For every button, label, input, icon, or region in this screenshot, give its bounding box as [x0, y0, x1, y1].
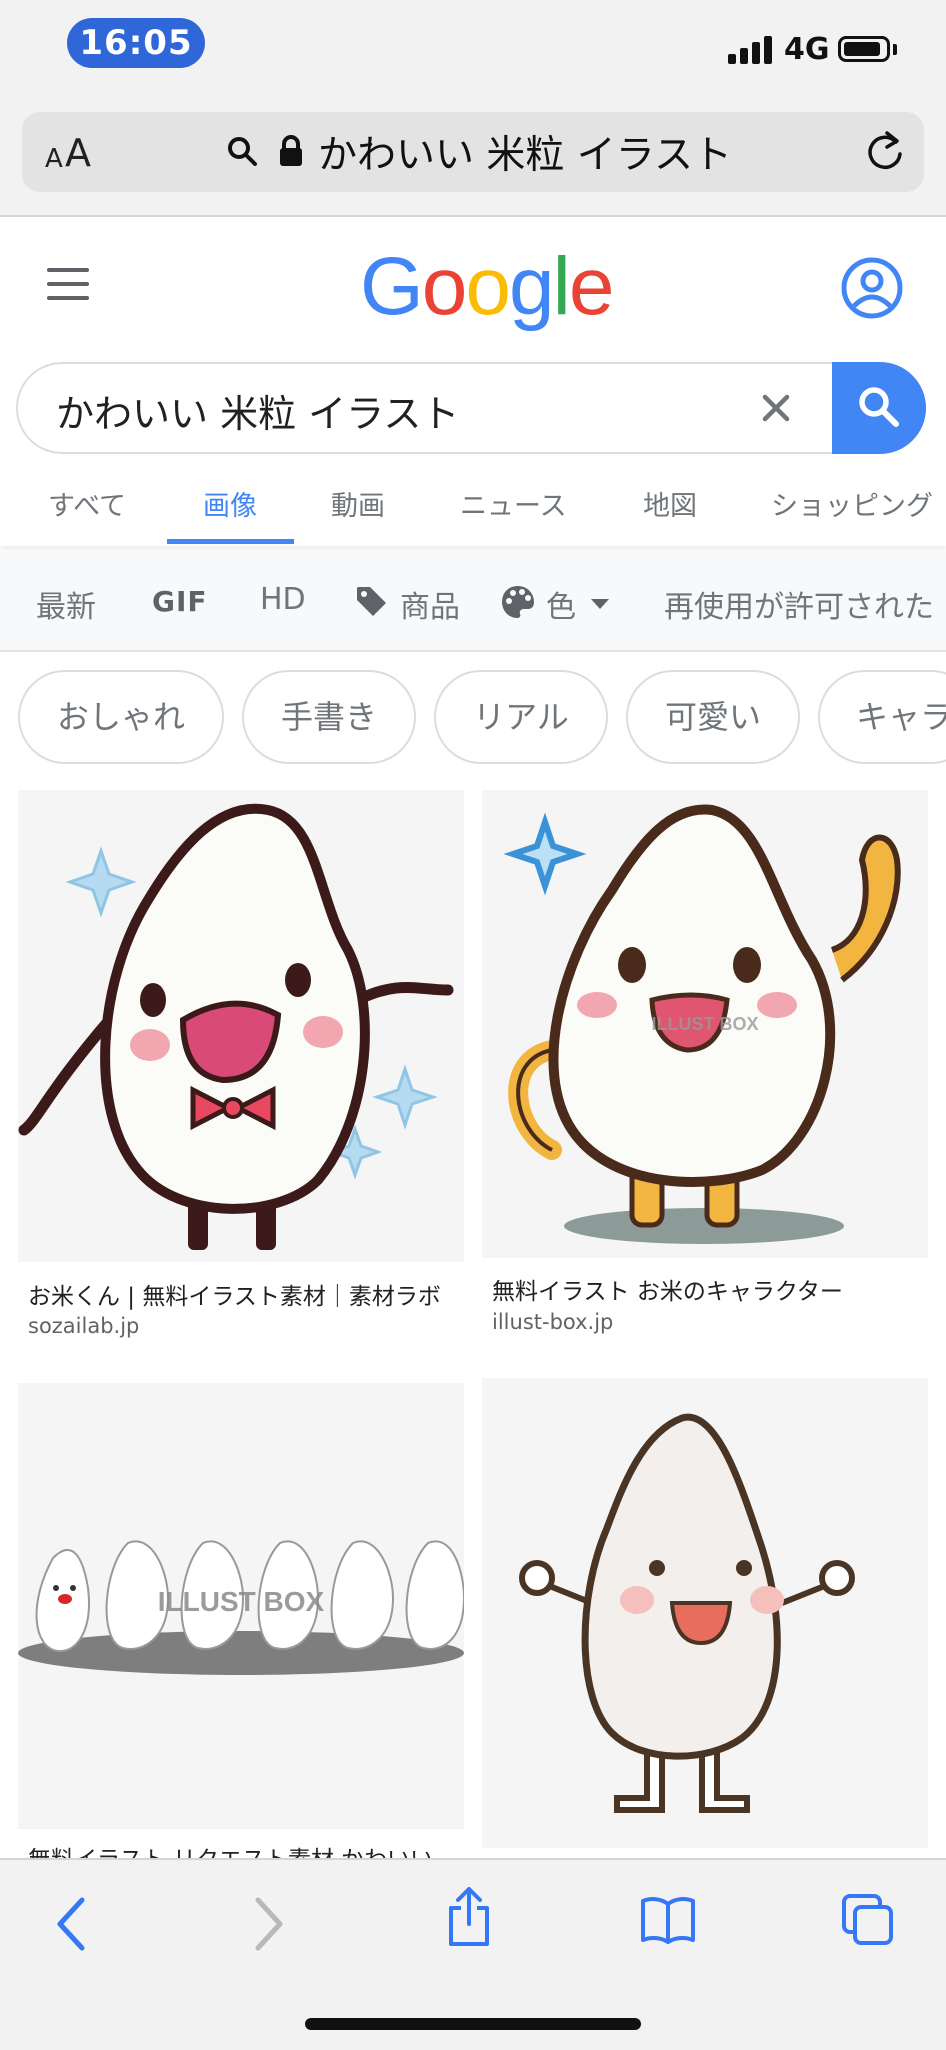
back-icon[interactable]: [54, 1896, 88, 1952]
watermark-text: ILLUST BOX: [652, 1014, 759, 1034]
chip-handwritten[interactable]: 手書き: [242, 670, 416, 764]
active-tab-indicator: [167, 539, 294, 544]
tool-reuse[interactable]: 再使用が許可された: [664, 582, 946, 626]
rice-character-illustration: [482, 1378, 928, 1848]
forward-icon[interactable]: [252, 1896, 286, 1952]
battery-nub: [893, 44, 897, 55]
rice-character-illustration: ILLUST BOX: [482, 790, 928, 1258]
tool-latest[interactable]: 最新: [36, 582, 96, 626]
chip-character[interactable]: キャラ: [818, 670, 946, 764]
network-label: 4G: [784, 32, 830, 67]
share-icon[interactable]: [446, 1886, 492, 1948]
logo-letter: e: [568, 241, 615, 332]
aa-large-label: A: [65, 131, 91, 175]
result-title[interactable]: 無料イラスト お米のキャラクター: [492, 1272, 922, 1306]
tab-videos[interactable]: 動画: [331, 484, 385, 523]
logo-letter: g: [509, 241, 555, 332]
result-image[interactable]: ILLUST BOX: [482, 790, 928, 1258]
chip-realistic[interactable]: リアル: [434, 670, 608, 764]
tool-gif[interactable]: GIF: [152, 585, 208, 618]
clear-icon[interactable]: [758, 390, 794, 426]
tool-product[interactable]: 商品: [400, 582, 460, 626]
search-input[interactable]: かわいい 米粒 イラスト: [56, 383, 459, 438]
tab-images[interactable]: 画像: [203, 484, 257, 523]
rice-row-illustration: ILLUST BOX: [18, 1383, 464, 1829]
logo-letter: o: [421, 241, 468, 332]
battery-icon: [838, 36, 890, 62]
aa-small-label: A: [45, 144, 63, 174]
signal-icon: [728, 34, 782, 64]
account-icon[interactable]: [840, 256, 904, 320]
logo-letter: o: [465, 241, 511, 332]
menu-icon[interactable]: [47, 268, 89, 300]
search-icon: [859, 387, 899, 427]
rice-character-illustration: [18, 790, 464, 1262]
reload-icon[interactable]: [864, 128, 908, 176]
home-indicator: [305, 2018, 641, 2030]
tab-all[interactable]: すべて: [48, 484, 126, 523]
search-tabs: すべて 画像 動画 ニュース 地図 ショッピング: [0, 470, 946, 546]
tab-news[interactable]: ニュース: [460, 484, 567, 523]
result-image[interactable]: ILLUST BOX: [18, 1383, 464, 1829]
tabs-icon[interactable]: [840, 1892, 896, 1948]
reader-options-button[interactable]: A A: [45, 126, 99, 176]
palette-icon: [502, 586, 534, 618]
status-time: 16:05: [67, 18, 205, 68]
result-image[interactable]: [18, 790, 464, 1262]
address-text[interactable]: かわいい 米粒 イラスト: [318, 124, 732, 180]
result-source[interactable]: illust-box.jp: [492, 1310, 613, 1334]
bookmarks-icon[interactable]: [640, 1896, 696, 1944]
tab-maps[interactable]: 地図: [643, 484, 697, 523]
logo-letter: l: [552, 241, 571, 332]
chip-stylish[interactable]: おしゃれ: [18, 670, 224, 764]
result-source[interactable]: sozailab.jp: [28, 1314, 139, 1338]
chevron-down-icon: [591, 599, 609, 609]
chip-cute[interactable]: 可愛い: [626, 670, 800, 764]
tool-color[interactable]: 色: [546, 582, 576, 626]
search-icon: [228, 137, 257, 166]
result-image[interactable]: [482, 1378, 928, 1848]
watermark-text: ILLUST BOX: [158, 1586, 325, 1617]
tab-shopping[interactable]: ショッピング: [771, 484, 933, 523]
tag-icon: [357, 587, 386, 616]
lock-icon: [280, 135, 302, 166]
google-logo[interactable]: Google: [360, 240, 615, 334]
logo-letter: G: [360, 241, 424, 332]
tool-hd[interactable]: HD: [260, 582, 306, 617]
result-title[interactable]: お米くん | 無料イラスト素材｜素材ラボ: [28, 1277, 458, 1311]
